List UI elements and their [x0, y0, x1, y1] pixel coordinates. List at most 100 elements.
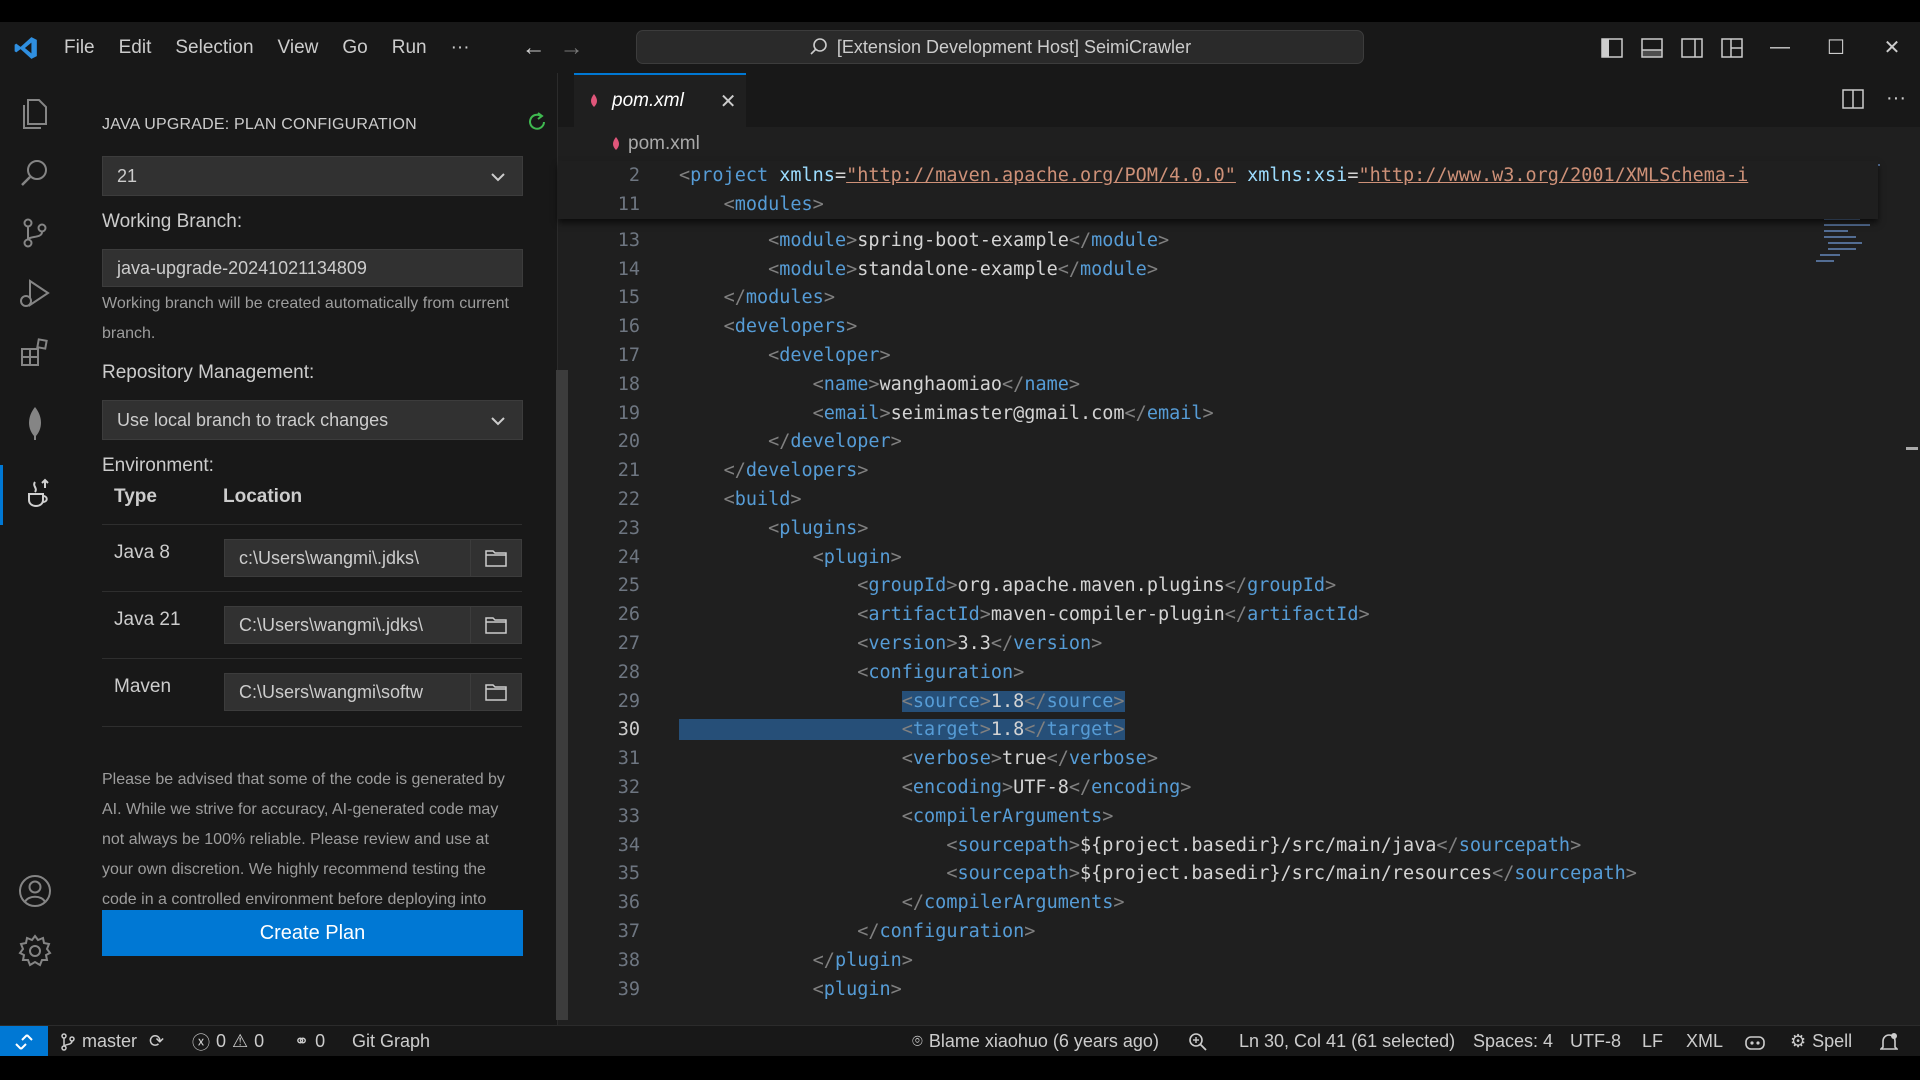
code-text[interactable]: </developers> [679, 456, 869, 485]
maximize-icon[interactable]: ☐ [1808, 22, 1864, 73]
language-mode[interactable]: XML [1686, 1026, 1723, 1056]
line-number[interactable]: 28 [558, 658, 640, 687]
more-actions-icon[interactable]: ··· [1886, 87, 1906, 110]
code-line[interactable]: 32 <encoding>UTF-8</encoding> [558, 773, 1878, 802]
code-text[interactable]: <module>standalone-example</module> [679, 255, 1158, 284]
code-text[interactable]: <plugins> [679, 514, 868, 543]
menu-view[interactable]: View [266, 37, 331, 59]
code-text[interactable]: <plugin> [679, 543, 902, 572]
folder-icon[interactable] [470, 607, 521, 643]
forward-arrow-icon[interactable]: → [560, 34, 584, 62]
line-number[interactable]: 22 [558, 485, 640, 514]
tab-pom-xml[interactable]: pom.xml ✕ [574, 73, 746, 127]
git-graph-button[interactable]: Git Graph [352, 1026, 430, 1056]
menu-file[interactable]: File [52, 37, 107, 59]
explorer-icon[interactable] [0, 83, 70, 143]
sync-icon[interactable]: ⟳ [149, 1031, 164, 1052]
code-text[interactable]: <version>3.3</version> [679, 629, 1102, 658]
java-upgrade-icon[interactable] [0, 465, 70, 525]
code-line[interactable]: 15 </modules> [558, 283, 1878, 312]
split-editor-icon[interactable] [1842, 88, 1864, 109]
line-number[interactable]: 35 [558, 859, 640, 888]
menu-edit[interactable]: Edit [107, 37, 164, 59]
line-number[interactable]: 26 [558, 600, 640, 629]
code-line[interactable]: 19 <email>seimimaster@gmail.com</email> [558, 399, 1878, 428]
code-editor[interactable]: 12 <module>seimicrawler</module>13 <modu… [558, 161, 1878, 1025]
code-text[interactable]: </developer> [679, 427, 902, 456]
code-line[interactable]: 34 <sourcepath>${project.basedir}/src/ma… [558, 831, 1878, 860]
create-plan-button[interactable]: Create Plan [102, 910, 523, 956]
line-number[interactable]: 25 [558, 571, 640, 600]
code-text[interactable]: </plugin> [679, 946, 913, 975]
line-number[interactable]: 32 [558, 773, 640, 802]
toggle-primary-sidebar-icon[interactable] [1592, 22, 1632, 73]
close-tab-icon[interactable]: ✕ [720, 89, 737, 114]
line-number[interactable]: 19 [558, 399, 640, 428]
menu-run[interactable]: Run [380, 37, 439, 59]
back-arrow-icon[interactable]: ← [522, 34, 546, 62]
breadcrumb-file[interactable]: pom.xml [628, 133, 700, 155]
line-number[interactable]: 23 [558, 514, 640, 543]
line-number[interactable]: 31 [558, 744, 640, 773]
env-location-java21[interactable]: C:\Users\wangmi\.jdks\ [224, 606, 522, 644]
code-text[interactable]: <groupId>org.apache.maven.plugins</group… [679, 571, 1336, 600]
code-line[interactable]: 13 <module>spring-boot-example</module> [558, 226, 1878, 255]
line-number[interactable]: 21 [558, 456, 640, 485]
close-window-icon[interactable]: ✕ [1864, 22, 1920, 73]
code-line[interactable]: 20 </developer> [558, 427, 1878, 456]
code-text[interactable]: <module>spring-boot-example</module> [679, 226, 1169, 255]
code-text[interactable]: <encoding>UTF-8</encoding> [679, 773, 1192, 802]
code-line[interactable]: 25 <groupId>org.apache.maven.plugins</gr… [558, 571, 1878, 600]
env-location-maven[interactable]: C:\Users\wangmi\softw [224, 673, 522, 711]
problems-indicator[interactable]: ⓧ 0 ⚠ 0 [192, 1026, 264, 1056]
code-line[interactable]: 37 </configuration> [558, 917, 1878, 946]
refresh-icon[interactable] [526, 111, 548, 138]
branch-indicator[interactable]: master ⟳ [60, 1026, 164, 1056]
code-line[interactable]: 14 <module>standalone-example</module> [558, 255, 1878, 284]
line-number[interactable]: 36 [558, 888, 640, 917]
toggle-panel-icon[interactable] [1632, 22, 1672, 73]
line-number[interactable]: 33 [558, 802, 640, 831]
line-number[interactable]: 30 [558, 715, 640, 744]
menu-go[interactable]: Go [330, 37, 379, 59]
line-number[interactable]: 14 [558, 255, 640, 284]
line-number[interactable]: 2 [558, 161, 640, 190]
blame-indicator[interactable]: ⌾ Blame xiaohuo (6 years ago) [912, 1026, 1159, 1056]
code-line[interactable]: 11 <modules> [558, 190, 1878, 219]
code-line[interactable]: 18 <name>wanghaomiao</name> [558, 370, 1878, 399]
ports-indicator[interactable]: ⚭ 0 [294, 1026, 325, 1056]
code-line[interactable]: 17 <developer> [558, 341, 1878, 370]
minimize-icon[interactable]: — [1752, 22, 1808, 73]
env-location-java8[interactable]: c:\Users\wangmi\.jdks\ [224, 539, 522, 577]
accounts-icon[interactable] [0, 861, 70, 921]
code-text[interactable]: </configuration> [679, 917, 1035, 946]
code-text[interactable]: <name>wanghaomiao</name> [679, 370, 1080, 399]
code-text[interactable]: <plugin> [679, 975, 902, 1004]
code-text[interactable]: <modules> [679, 190, 824, 219]
code-line[interactable]: 2 <project xmlns="http://maven.apache.org… [558, 161, 1878, 190]
line-number[interactable]: 34 [558, 831, 640, 860]
extensions-icon[interactable] [0, 323, 70, 383]
line-number[interactable]: 16 [558, 312, 640, 341]
code-text[interactable]: <sourcepath>${project.basedir}/src/main/… [679, 859, 1637, 888]
code-line[interactable]: 22 <build> [558, 485, 1878, 514]
code-line[interactable]: 36 </compilerArguments> [558, 888, 1878, 917]
remote-indicator-icon[interactable] [0, 1026, 48, 1056]
spell-indicator[interactable]: ⚙ Spell [1790, 1026, 1852, 1056]
indentation[interactable]: Spaces: 4 [1473, 1026, 1553, 1056]
code-line[interactable]: 39 <plugin> [558, 975, 1878, 1004]
line-number[interactable]: 13 [558, 226, 640, 255]
code-line[interactable]: 35 <sourcepath>${project.basedir}/src/ma… [558, 859, 1878, 888]
code-text[interactable]: <verbose>true</verbose> [679, 744, 1158, 773]
settings-gear-icon[interactable] [0, 921, 70, 981]
code-text[interactable]: <email>seimimaster@gmail.com</email> [679, 399, 1214, 428]
command-center[interactable]: [Extension Development Host] SeimiCrawle… [636, 30, 1364, 64]
code-text[interactable]: <artifactId>maven-compiler-plugin</artif… [679, 600, 1369, 629]
line-number[interactable]: 39 [558, 975, 640, 1004]
code-line[interactable]: 24 <plugin> [558, 543, 1878, 572]
code-line[interactable]: 30 <target>1.8</target> [558, 715, 1878, 744]
line-number[interactable]: 37 [558, 917, 640, 946]
code-line[interactable]: 28 <configuration> [558, 658, 1878, 687]
code-line[interactable]: 16 <developers> [558, 312, 1878, 341]
code-text[interactable]: </compilerArguments> [679, 888, 1125, 917]
